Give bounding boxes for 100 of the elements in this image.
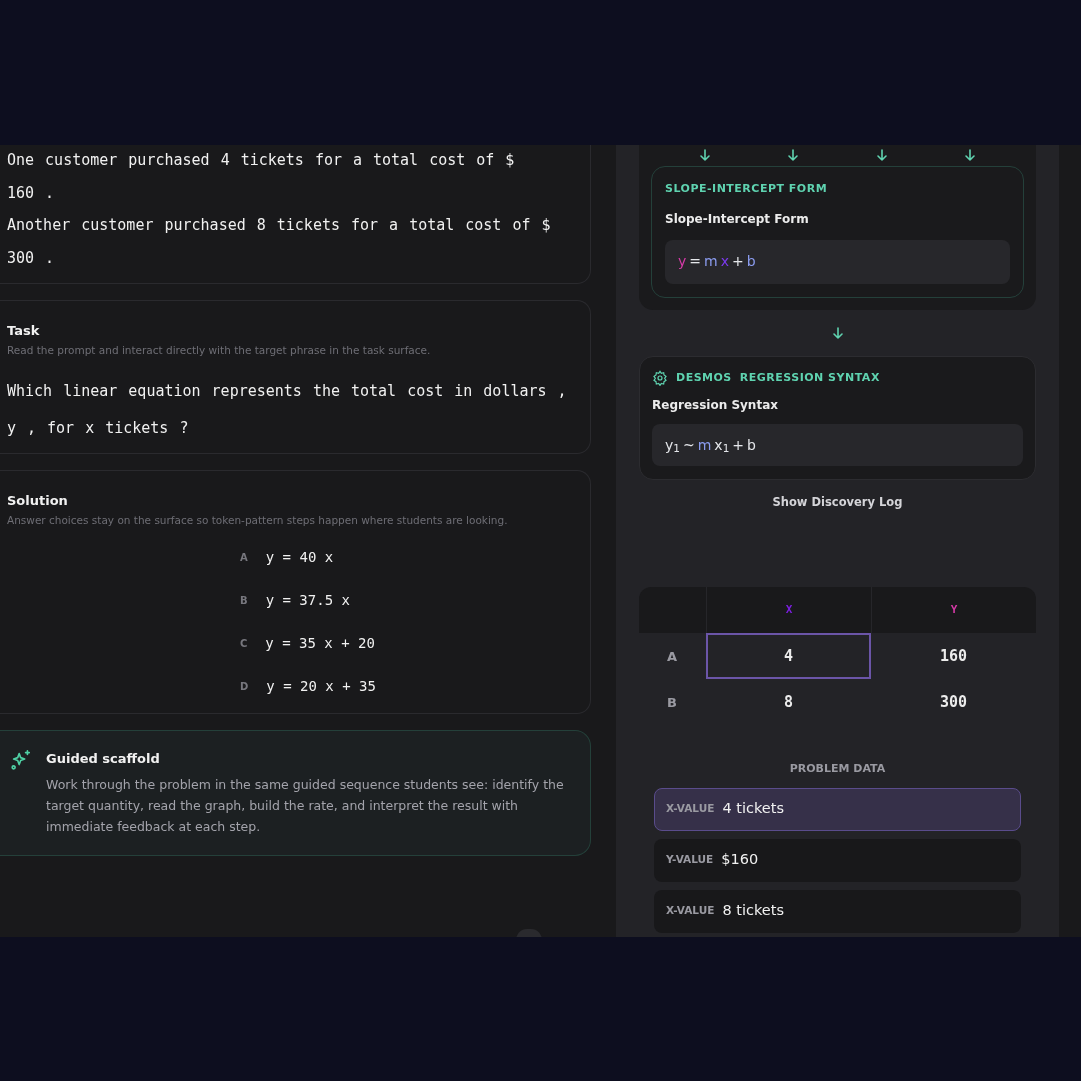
prompt-word[interactable]: cost: [465, 214, 502, 237]
prompt-word[interactable]: $: [505, 149, 515, 172]
table-cell[interactable]: 160: [871, 633, 1036, 680]
item-value: 8 tickets: [722, 901, 784, 921]
item-key: X-VALUE: [666, 801, 715, 818]
prompt-word[interactable]: 4: [220, 149, 230, 172]
card-label: DESMOS: [676, 369, 732, 386]
down-arrow-icon: [786, 148, 801, 162]
choice-letter: C: [240, 636, 248, 651]
card-title: Slope-Intercept Form: [665, 210, 810, 228]
item-key: X-VALUE: [666, 903, 715, 920]
answer-choice[interactable]: y = 20 x + 35: [266, 675, 376, 697]
table-cell[interactable]: 8: [706, 679, 871, 726]
question-word[interactable]: y: [7, 416, 17, 440]
choice-letter: A: [240, 550, 248, 565]
prompt-word[interactable]: purchased: [164, 214, 246, 237]
item-key: Y-VALUE: [666, 852, 714, 869]
prompt-word[interactable]: tickets: [240, 149, 304, 172]
answer-choice[interactable]: y = 40 x: [265, 546, 334, 568]
prompt-word[interactable]: 8: [256, 214, 266, 237]
choice-letter: D: [240, 679, 249, 694]
row-label: B: [666, 693, 678, 712]
prompt-word[interactable]: of: [512, 214, 531, 237]
discovery-log-button[interactable]: Show Discovery Log: [772, 494, 903, 512]
equation-token: b: [746, 252, 756, 271]
problem-data-title: PROBLEM DATA: [789, 761, 886, 778]
prompt-word[interactable]: $: [541, 214, 551, 237]
prompt-word[interactable]: customer: [81, 214, 154, 237]
equation-token: y: [678, 252, 687, 271]
prompt-word[interactable]: purchased: [128, 149, 210, 172]
problem-data-item[interactable]: Y-VALUE $160: [654, 838, 1021, 882]
prompt-word[interactable]: of: [476, 149, 495, 172]
table-cell[interactable]: 300: [871, 679, 1036, 726]
prompt-word[interactable]: 300: [7, 246, 35, 269]
question-word[interactable]: x: [85, 416, 95, 440]
down-arrow-icon: [698, 148, 713, 162]
scaffold-text: Work through the problem in the same guided sequence students see: identify the target quantity, read the graph, build the rate, and interpret the result with immediate feedback at each step.: [46, 776, 565, 836]
equation-token: m: [704, 252, 718, 271]
question-word[interactable]: cost: [407, 380, 444, 403]
prompt-word[interactable]: .: [45, 246, 55, 269]
card-label: REGRESSION SYNTAX: [739, 369, 880, 386]
equation-token: m: [697, 435, 712, 455]
prompt-word[interactable]: customer: [45, 149, 118, 172]
prompt-word[interactable]: a: [389, 214, 399, 237]
question-word[interactable]: for: [47, 416, 75, 440]
equation-token: x: [720, 252, 729, 271]
question-word[interactable]: linear: [63, 380, 118, 403]
question-word[interactable]: represents: [211, 380, 302, 403]
prompt-word[interactable]: Another: [7, 214, 71, 237]
sparkle-icon: [10, 748, 32, 771]
equation-token: =: [689, 252, 702, 271]
prompt-word[interactable]: a: [352, 149, 362, 172]
down-arrow-icon: [962, 148, 977, 162]
task-title: Task: [7, 322, 41, 340]
choice-letter: B: [240, 593, 248, 608]
question-word[interactable]: the: [312, 380, 340, 403]
settings-icon: [652, 369, 668, 386]
down-arrow-icon: [830, 325, 845, 340]
prompt-word[interactable]: One: [7, 149, 35, 172]
prompt-word[interactable]: total: [373, 149, 419, 172]
column-header: Y: [871, 587, 1036, 634]
prompt-word[interactable]: for: [351, 214, 379, 237]
equation-token: x$_{1}$: [714, 435, 730, 456]
card-title: Regression Syntax: [652, 397, 779, 414]
question-word[interactable]: in: [454, 380, 473, 403]
prompt-word[interactable]: cost: [429, 149, 466, 172]
equation-token: y$_{1}$: [665, 435, 680, 456]
prompt-word[interactable]: tickets: [276, 214, 340, 237]
down-arrow-icon: [874, 148, 889, 162]
question-word[interactable]: Which: [7, 380, 53, 403]
equation-field[interactable]: y$_{1}$ ~ m x$_{1}$ + b: [652, 424, 1023, 466]
task-subtitle: Read the prompt and interact directly with the target phrase in the task surface.: [7, 342, 432, 358]
prompt-word[interactable]: for: [314, 149, 342, 172]
prompt-word[interactable]: 160: [7, 181, 35, 204]
question-word[interactable]: ,: [27, 416, 37, 440]
question-word[interactable]: tickets: [105, 416, 169, 440]
column-header: X: [706, 587, 871, 634]
equation-token: b: [747, 435, 756, 455]
question-word[interactable]: ?: [179, 416, 189, 440]
problem-data-item[interactable]: X-VALUE 8 tickets: [654, 889, 1021, 933]
row-label: A: [666, 647, 679, 666]
prompt-word[interactable]: total: [409, 214, 455, 237]
question-word[interactable]: dollars: [483, 380, 547, 403]
equation-token: +: [732, 435, 745, 455]
equation-token: +: [731, 252, 744, 271]
equation-field[interactable]: y = m x + b: [665, 239, 1010, 284]
prompt-word[interactable]: .: [45, 181, 55, 204]
solution-title: Solution: [7, 492, 69, 511]
item-value: 4 tickets: [722, 799, 784, 819]
answer-choice[interactable]: y = 37.5 x: [265, 589, 350, 611]
table-cell[interactable]: 4: [706, 633, 871, 680]
problem-data-item[interactable]: X-VALUE 4 tickets: [654, 787, 1021, 831]
equation-token: ~: [683, 435, 695, 455]
answer-choice[interactable]: y = 35 x + 20: [265, 632, 375, 654]
item-value: $160: [721, 850, 759, 870]
question-word[interactable]: equation: [128, 380, 201, 403]
question-word[interactable]: ,: [557, 380, 567, 403]
card-label: SLOPE-INTERCEPT FORM: [665, 181, 829, 197]
question-word[interactable]: total: [351, 380, 397, 403]
solution-subtitle: Answer choices stay on the surface so token-pattern steps happen where students are looking.: [7, 512, 509, 528]
